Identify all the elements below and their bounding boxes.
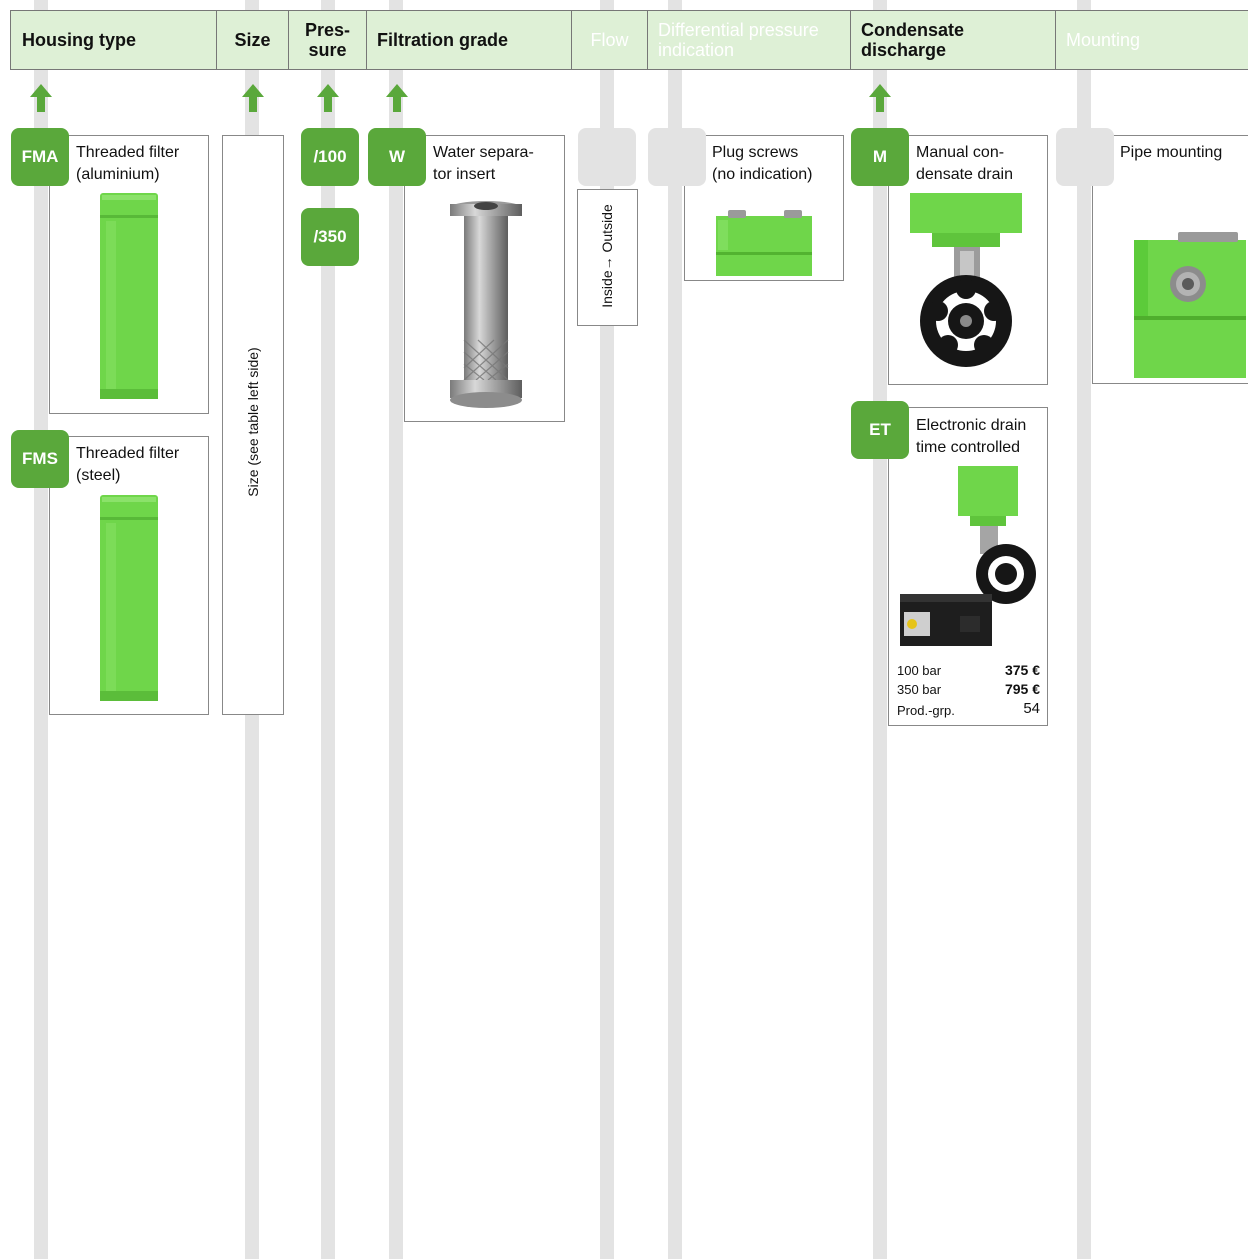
arrow-up-icon (242, 84, 264, 112)
pipe-mounting-image (1134, 232, 1246, 378)
diff-pressure-description: Plug screws (no indication) (712, 144, 813, 183)
housing-fma-description: Threaded filter (aluminium) (76, 144, 180, 183)
electronic-drain-image (900, 466, 1040, 652)
condensate-m-description: Manual con-densate drain (916, 144, 1013, 183)
rail-pressure (321, 0, 335, 1259)
filtration-description: Water separa-tor insert (433, 144, 534, 183)
header-mounting: Mounting (1066, 30, 1141, 50)
header-flow: Flow (572, 10, 648, 70)
rail-filtration (389, 0, 403, 1259)
mounting-label: Pipe mounting (1120, 144, 1223, 161)
badge-fms[interactable]: FMS (11, 430, 69, 488)
price-label-350-bar: 350 bar (897, 682, 942, 697)
badge-filtration-w[interactable]: W (368, 128, 426, 186)
product-group-value: 54 (1023, 700, 1040, 717)
arrow-up-icon (317, 84, 339, 112)
manual-drain-valve-image (910, 193, 1022, 379)
header-housing-type: Housing type (10, 10, 217, 70)
badge-fma[interactable]: FMA (11, 128, 69, 186)
badge-diff-pressure-empty[interactable] (648, 128, 706, 186)
header-size: Size (217, 10, 289, 70)
size-label: Size (see table left side) (245, 347, 261, 497)
badge-pressure-350[interactable]: /350 (301, 208, 359, 266)
badge-condensate-m[interactable]: M (851, 128, 909, 186)
arrow-up-icon (869, 84, 891, 112)
header-pressure: Pres-sure (289, 10, 367, 70)
filter-housing-steel-image (100, 495, 158, 701)
condensate-et-description: Electronic drain time controlled (916, 417, 1027, 456)
header-condensate-discharge: Condensate discharge (851, 10, 1056, 70)
rail-diff (668, 0, 682, 1259)
rail-condensate (873, 0, 887, 1259)
price-label-100-bar: 100 bar (897, 663, 942, 678)
badge-condensate-et[interactable]: ET (851, 401, 909, 459)
price-value-350-bar: 795 € (1004, 681, 1040, 697)
header-filtration-grade: Filtration grade (367, 10, 572, 70)
arrow-up-icon (30, 84, 52, 112)
badge-pressure-100[interactable]: /100 (301, 128, 359, 186)
badge-flow-empty[interactable] (578, 128, 636, 186)
rail-housing (34, 0, 48, 1259)
plug-screws-image (716, 208, 812, 276)
product-group-label: Prod.-grp. (897, 703, 955, 718)
filter-housing-aluminium-image (100, 193, 158, 399)
water-separator-insert-image (448, 200, 524, 414)
flow-label: Inside→ Outside (599, 204, 615, 308)
rail-mounting (1077, 0, 1091, 1259)
housing-fms-description: Threaded filter (steel) (76, 445, 180, 484)
header-differential-pressure: Differential pressure indication (648, 10, 851, 70)
price-value-100-bar: 375 € (1004, 662, 1040, 678)
badge-mounting-empty[interactable] (1056, 128, 1114, 186)
arrow-up-icon (386, 84, 408, 112)
